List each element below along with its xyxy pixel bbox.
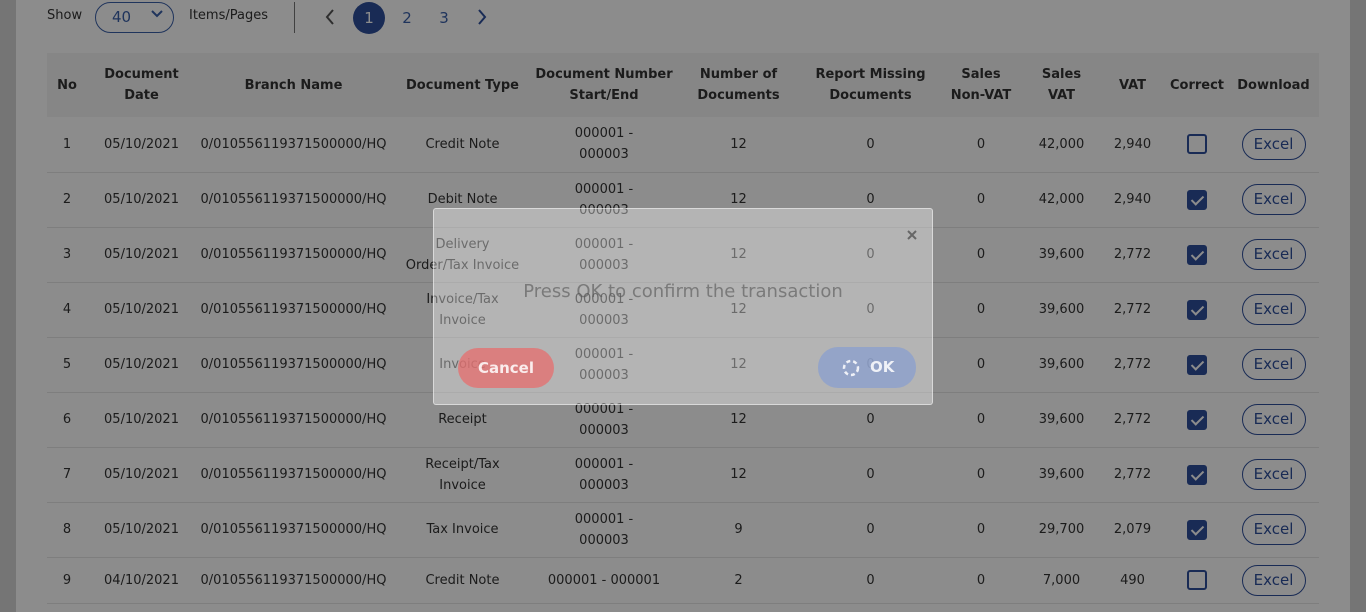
modal-backdrop[interactable]: Press OK to confirm the transaction Canc… — [0, 0, 1366, 612]
confirm-message: Press OK to confirm the transaction — [523, 281, 843, 302]
confirm-dialog: Press OK to confirm the transaction Canc… — [433, 208, 933, 405]
loading-spinner-icon — [842, 359, 860, 377]
ok-button[interactable]: OK — [818, 347, 916, 388]
ok-button-label: OK — [870, 358, 895, 376]
close-icon[interactable] — [906, 229, 918, 241]
cancel-button[interactable]: Cancel — [458, 348, 554, 388]
